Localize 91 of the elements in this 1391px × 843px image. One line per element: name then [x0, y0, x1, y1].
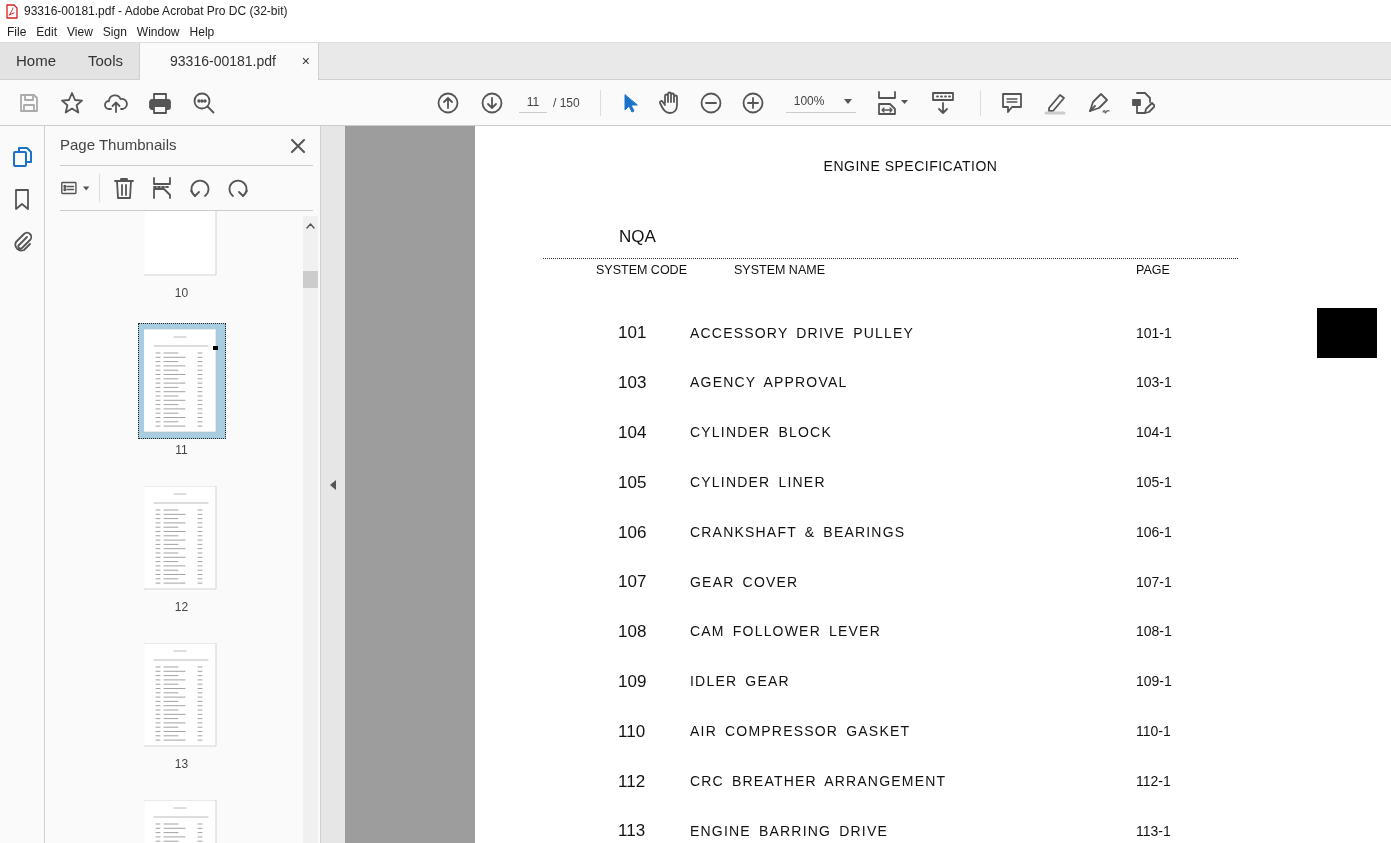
- nav-tab[interactable]: Tools: [72, 43, 140, 79]
- system-code: 109: [617, 670, 648, 693]
- system-name: CRANKSHAFT & BEARINGS: [690, 522, 907, 542]
- system-code: 105: [617, 471, 648, 494]
- page-heading: ENGINE SPECIFICATION: [822, 157, 999, 176]
- close-tab-button[interactable]: ×: [301, 51, 311, 72]
- system-code: 108: [617, 621, 648, 644]
- system-name: IDLER GEAR: [690, 672, 791, 692]
- close-icon[interactable]: [291, 138, 305, 153]
- page-reference: 106-1: [1136, 522, 1173, 542]
- nav-tab[interactable]: Home: [0, 43, 72, 79]
- pen-sign-icon: [1086, 90, 1111, 115]
- page-reference: 101-1: [1136, 323, 1173, 343]
- system-code: 113: [617, 820, 647, 843]
- caret-icon: [82, 185, 89, 191]
- scroll-up-icon: [306, 223, 315, 229]
- rotate-left-icon: [189, 177, 211, 199]
- column-header: SYSTEM CODE: [595, 261, 688, 279]
- comment-icon: [1000, 91, 1023, 114]
- system-name: CAM FOLLOWER LEVER: [690, 622, 882, 642]
- page-number: 10: [174, 285, 189, 299]
- pointer-icon: [621, 92, 638, 113]
- system-code: 101: [617, 322, 648, 345]
- page-number: 12: [174, 599, 189, 613]
- page-reference: 109-1: [1136, 672, 1173, 692]
- bookmark-icon[interactable]: [14, 188, 30, 210]
- system-code: 112: [617, 770, 647, 793]
- attachment-icon[interactable]: [12, 230, 32, 252]
- fit-page-icon: [875, 89, 908, 116]
- system-code: 106: [617, 521, 648, 544]
- menu-item[interactable]: Window: [131, 23, 185, 41]
- model-code: NQA: [619, 226, 657, 248]
- page-reference: 113-1: [1136, 821, 1172, 841]
- pages-icon[interactable]: [12, 146, 32, 168]
- zoom-out-icon: [699, 91, 722, 114]
- system-name: ACCESSORY DRIVE PULLEY: [690, 323, 916, 343]
- menu-item[interactable]: Sign: [97, 23, 132, 41]
- zoom-dropdown[interactable]: 100%: [785, 92, 856, 113]
- search-icon: [192, 90, 216, 115]
- list-icon: [61, 180, 77, 196]
- scrollbar-thumb[interactable]: [303, 271, 318, 288]
- document-tab[interactable]: 93316-00181.pdf ×: [139, 43, 320, 80]
- edit-document-icon: [1130, 90, 1155, 115]
- page-reference: 112-1: [1136, 771, 1172, 791]
- window-title: 93316-00181.pdf - Adobe Acrobat Pro DC (32-bit): [24, 3, 288, 20]
- page-number: 11: [175, 442, 188, 456]
- page-total: / 150: [553, 94, 580, 112]
- system-code: 104: [617, 422, 648, 444]
- scroll-mode-icon: [931, 90, 954, 115]
- delete-icon: [114, 177, 134, 199]
- options-button[interactable]: [61, 180, 89, 196]
- column-header: SYSTEM NAME: [734, 261, 826, 279]
- column-header: PAGE: [1136, 261, 1171, 279]
- caret-icon: [843, 98, 852, 104]
- system-name: AIR COMPRESSOR GASKET: [690, 722, 912, 741]
- page-reference: 108-1: [1136, 622, 1173, 642]
- save-icon: [18, 91, 40, 114]
- pdf-file-icon: [6, 3, 18, 19]
- system-name: ENGINE BARRING DRIVE: [690, 821, 890, 841]
- system-code: 107: [617, 571, 648, 594]
- system-code: 110: [617, 720, 647, 743]
- page-reference: 107-1: [1136, 572, 1173, 592]
- menu-item[interactable]: View: [62, 23, 98, 41]
- page-number-field[interactable]: 11: [519, 92, 547, 113]
- insert-page-icon: [152, 177, 172, 199]
- cloud-upload-icon: [104, 91, 128, 114]
- panel-title: Page Thumbnails: [60, 135, 177, 156]
- collapse-icon[interactable]: [330, 479, 336, 490]
- page-reference: 105-1: [1136, 473, 1173, 493]
- page-number: 13: [174, 756, 189, 770]
- zoom-in-icon: [741, 91, 764, 114]
- menu-item[interactable]: Help: [184, 23, 220, 41]
- system-name: CRC BREATHER ARRANGEMENT: [690, 771, 948, 791]
- next-page-icon: [481, 91, 503, 114]
- rotate-right-icon: [227, 177, 249, 199]
- page-reference: 104-1: [1136, 423, 1173, 443]
- system-name: CYLINDER LINER: [690, 473, 827, 493]
- print-icon: [148, 91, 172, 114]
- star-icon: [60, 90, 84, 115]
- system-name: CYLINDER BLOCK: [690, 423, 833, 443]
- menu-item[interactable]: Edit: [31, 23, 63, 41]
- previous-page-icon: [437, 91, 459, 114]
- page-reference: 103-1: [1136, 373, 1173, 393]
- system-name: AGENCY APPROVAL: [690, 373, 849, 393]
- menu-item[interactable]: File: [2, 23, 32, 41]
- redaction-block: [1317, 308, 1377, 358]
- page-thumbnail[interactable]: [137, 323, 226, 439]
- system-code: 103: [617, 372, 648, 395]
- hand-icon: [657, 90, 680, 115]
- page-reference: 110-1: [1136, 722, 1172, 741]
- system-name: GEAR COVER: [690, 572, 800, 592]
